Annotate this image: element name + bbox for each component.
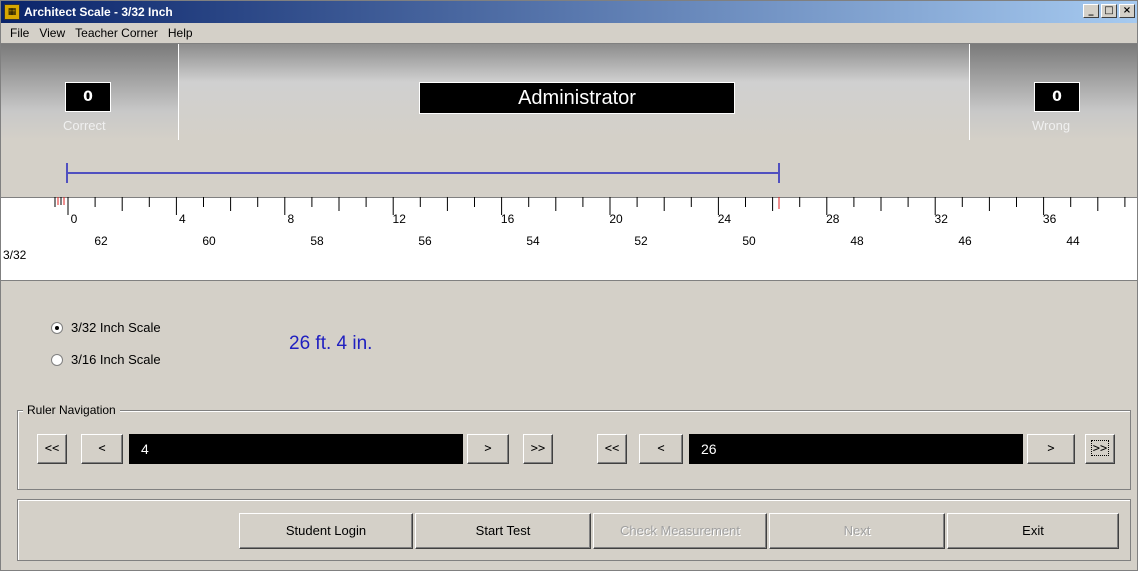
start-test-button[interactable]: Start Test: [415, 513, 591, 549]
menu-bar: File View Teacher Corner Help: [1, 23, 1137, 43]
ruler-top-number: 4: [179, 212, 186, 226]
check-measurement-button[interactable]: Check Measurement: [593, 513, 767, 549]
maximize-button[interactable]: □: [1101, 4, 1117, 18]
correct-panel: 0 Correct: [1, 44, 179, 140]
title-bar[interactable]: ▦ Architect Scale - 3/32 Inch _ □ ×: [1, 1, 1137, 23]
ruler-top-number: 28: [826, 212, 840, 226]
ruler-top-number: 24: [718, 212, 732, 226]
radio-3-16[interactable]: [51, 353, 63, 366]
left-last-label: >>: [530, 441, 546, 455]
app-icon: ▦: [4, 4, 20, 20]
measurement-readout: 26 ft. 4 in.: [289, 333, 373, 354]
right-position-display: 26: [689, 434, 1023, 464]
right-next-button[interactable]: >: [1027, 434, 1075, 464]
student-login-button[interactable]: Student Login: [239, 513, 413, 549]
left-next-button[interactable]: >: [467, 434, 509, 464]
left-last-button[interactable]: >>: [523, 434, 553, 464]
close-button[interactable]: ×: [1119, 4, 1135, 18]
left-prev-button[interactable]: <: [81, 434, 123, 464]
ruler-bottom-number: 44: [1066, 234, 1080, 248]
left-first-label: <<: [44, 441, 60, 455]
ruler-bottom-number: 54: [526, 234, 540, 248]
ruler-graphic: 0 4 8 12 16 20 24 28 32 3662 60 58 56 54 52 50 48 46 443/3…: [1, 197, 1137, 262]
wrong-count: 0: [1034, 82, 1080, 112]
measure-indicator: [66, 163, 780, 183]
exit-button[interactable]: Exit: [947, 513, 1119, 549]
menu-help[interactable]: Help: [163, 26, 198, 40]
wrong-label: Wrong: [1032, 118, 1071, 133]
ruler-navigation-legend: Ruler Navigation: [23, 403, 120, 417]
scale-option-3-32[interactable]: 3/32 Inch Scale: [51, 320, 161, 335]
right-prev-button[interactable]: <: [639, 434, 683, 464]
menu-file[interactable]: File: [5, 26, 34, 40]
scale-3-32-label: 3/32 Inch Scale: [71, 320, 161, 335]
window-title: Architect Scale - 3/32 Inch: [24, 5, 173, 19]
ruler-bottom-number: 60: [202, 234, 216, 248]
current-user: Administrator: [419, 82, 735, 114]
right-last-button[interactable]: >>: [1085, 434, 1115, 464]
ruler-zone: 0 4 8 12 16 20 24 28 32 36 62 60 58 56 54 52 50 48 46 44 3/3…: [1, 139, 1137, 281]
ruler-bottom-number: 62: [94, 234, 108, 248]
scale-option-3-16[interactable]: 3/16 Inch Scale: [51, 352, 161, 367]
right-first-label: <<: [604, 441, 620, 455]
ruler-top-number: 16: [501, 212, 515, 226]
app-window: ▦ Architect Scale - 3/32 Inch _ □ × File…: [0, 0, 1138, 571]
ruler-bottom-number: 48: [850, 234, 864, 248]
wrong-panel: 0 Wrong: [969, 44, 1137, 140]
ruler-bottom-number: 52: [634, 234, 648, 248]
ruler-bottom-number: 56: [418, 234, 432, 248]
window-controls: _ □ ×: [1083, 4, 1135, 18]
correct-label: Correct: [63, 118, 106, 133]
right-next-label: >: [1047, 441, 1055, 455]
left-prev-label: <: [98, 441, 106, 455]
next-button[interactable]: Next: [769, 513, 945, 549]
ruler-bottom-number: 58: [310, 234, 324, 248]
scale-3-16-label: 3/16 Inch Scale: [71, 352, 161, 367]
ruler-top-number: 8: [287, 212, 294, 226]
ruler-bottom-number: 50: [742, 234, 756, 248]
left-next-label: >: [484, 441, 492, 455]
right-prev-label: <: [657, 441, 665, 455]
right-first-button[interactable]: <<: [597, 434, 627, 464]
ruler-top-number: 0: [71, 212, 78, 226]
ruler-scale-label: 3/32: [3, 248, 27, 262]
ruler-top-number: 36: [1043, 212, 1057, 226]
architect-ruler[interactable]: 0 4 8 12 16 20 24 28 32 36 62 60 58 56 54 52 50 48 46 44 3/3…: [1, 197, 1137, 281]
left-first-button[interactable]: <<: [37, 434, 67, 464]
correct-count: 0: [65, 82, 111, 112]
left-position-display: 4: [129, 434, 463, 464]
menu-view[interactable]: View: [34, 26, 70, 40]
right-last-label: >>: [1090, 440, 1110, 456]
ruler-top-number: 12: [393, 212, 407, 226]
ruler-top-number: 32: [935, 212, 949, 226]
minimize-button[interactable]: _: [1083, 4, 1099, 18]
score-header: 0 Correct Administrator 0 Wrong: [1, 43, 1137, 140]
radio-3-32[interactable]: [51, 321, 63, 334]
ruler-bottom-number: 46: [958, 234, 972, 248]
ruler-top-number: 20: [609, 212, 623, 226]
menu-teacher-corner[interactable]: Teacher Corner: [70, 26, 163, 40]
